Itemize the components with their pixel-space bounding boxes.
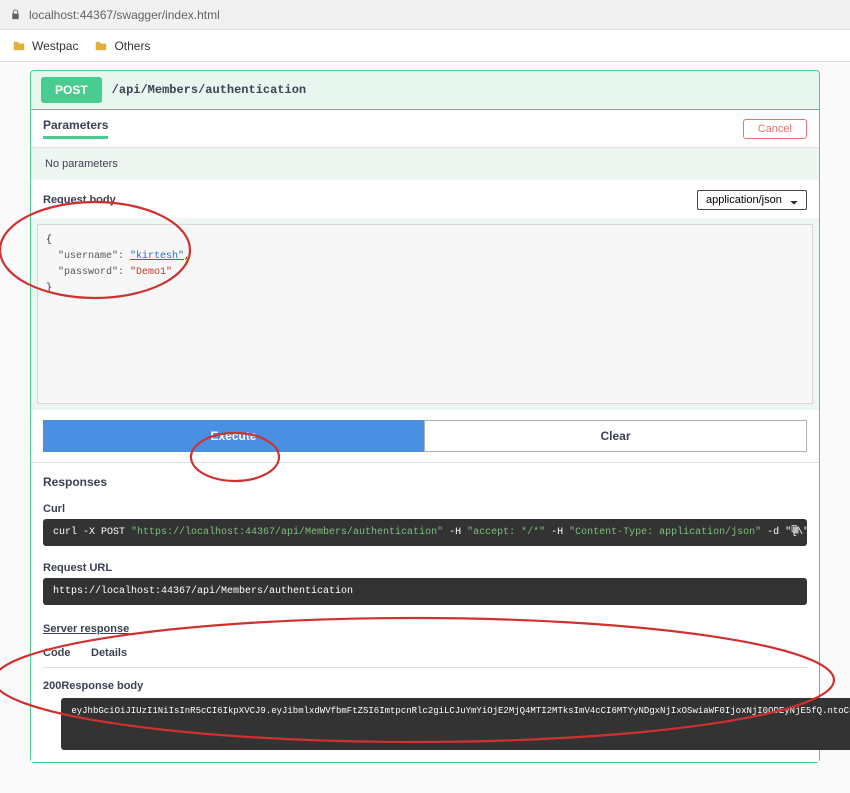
request-body-header: Request body application/json (43, 190, 807, 210)
folder-icon (94, 39, 108, 53)
request-url-box[interactable]: https://localhost:44367/api/Members/auth… (43, 578, 807, 605)
request-url-label: Request URL (43, 562, 807, 574)
bookmark-label: Others (114, 39, 150, 53)
request-url-section: Request URL https://localhost:44367/api/… (31, 556, 819, 615)
http-method-badge: POST (41, 77, 102, 103)
copy-icon[interactable] (789, 523, 801, 539)
endpoint-path: /api/Members/authentication (112, 83, 306, 97)
swagger-container: POST /api/Members/authentication Paramet… (0, 70, 850, 793)
execute-button[interactable]: Execute (43, 420, 424, 452)
request-body-title: Request body (43, 194, 116, 206)
response-body-box[interactable]: eyJhbGciOiJIUzI1NiIsInR5cCI6IkpXVCJ9.eyJ… (61, 698, 850, 750)
col-code-header: Code (43, 647, 91, 659)
body-editor-wrap: { "username": "kirtesh", "password": "De… (31, 218, 819, 410)
request-body-json: { "username": "kirtesh", "password": "De… (46, 233, 804, 297)
server-response-label: Server response (43, 623, 807, 635)
bookmark-label: Westpac (32, 39, 78, 53)
bookmark-others[interactable]: Others (94, 39, 150, 53)
response-body-text: eyJhbGciOiJIUzI1NiIsInR5cCI6IkpXVCJ9.eyJ… (71, 706, 850, 716)
response-table-head: Code Details (43, 643, 807, 668)
response-body-label: Response body (61, 680, 850, 692)
bookmarks-bar: Westpac Others (0, 30, 850, 62)
folder-icon (12, 39, 26, 53)
no-parameters-text: No parameters (31, 148, 819, 180)
parameters-title: Parameters (43, 118, 108, 139)
curl-section: Curl curl -X POST "https://localhost:443… (31, 497, 819, 556)
cancel-button[interactable]: Cancel (743, 119, 807, 139)
request-body-editor[interactable]: { "username": "kirtesh", "password": "De… (37, 224, 813, 404)
curl-command-box[interactable]: curl -X POST "https://localhost:44367/ap… (43, 519, 807, 546)
col-details-header: Details (91, 647, 807, 659)
responses-title: Responses (31, 462, 819, 497)
clear-button[interactable]: Clear (424, 420, 807, 452)
bookmark-westpac[interactable]: Westpac (12, 39, 78, 53)
request-body-section: Request body application/json (31, 180, 819, 210)
opblock-post: POST /api/Members/authentication Paramet… (30, 70, 820, 763)
parameters-header: Parameters Cancel (31, 110, 819, 148)
response-status-code: 200 (43, 680, 61, 750)
url-text: localhost:44367/swagger/index.html (29, 8, 220, 22)
content-type-select[interactable]: application/json (697, 190, 807, 210)
response-row: 200 Response body eyJhbGciOiJIUzI1NiIsIn… (43, 668, 807, 750)
lock-icon (10, 9, 21, 20)
server-response-section: Server response Code Details 200 Respons… (31, 623, 819, 762)
browser-address-bar: localhost:44367/swagger/index.html (0, 0, 850, 30)
curl-label: Curl (43, 503, 807, 515)
response-details: Response body eyJhbGciOiJIUzI1NiIsInR5cC… (61, 680, 850, 750)
opblock-body: Parameters Cancel No parameters Request … (31, 110, 819, 762)
opblock-summary[interactable]: POST /api/Members/authentication (31, 71, 819, 110)
execute-row: Execute Clear (31, 410, 819, 462)
